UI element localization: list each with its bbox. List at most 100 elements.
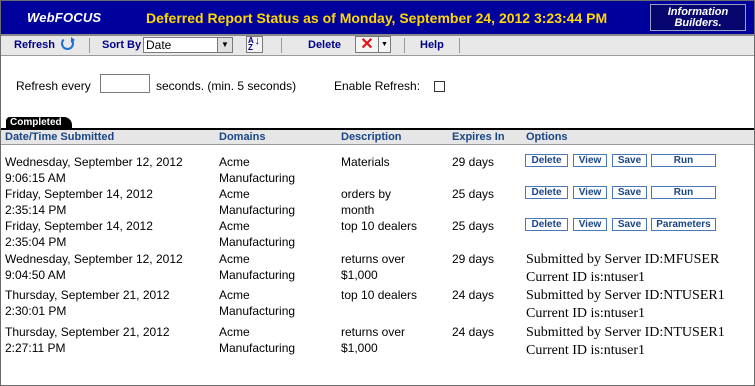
description-text-2: $1,000 [341,268,378,282]
refresh-seconds-label: seconds. (min. 5 seconds) [156,79,297,93]
expires-cell: 29 days [452,155,495,169]
table-row: Wednesday, September 12, 2012 9:04:50 AM… [1,251,754,287]
delete-button[interactable]: Delete [525,186,568,199]
delete-button[interactable]: Delete [525,154,568,167]
submitted-by-server-id: Submitted by Server ID:NTUSER1 [526,288,725,303]
domain-name: Acme [219,325,250,339]
submission-info: Submitted by Server ID:NTUSER1 Current I… [526,287,725,323]
domain-subname: Manufacturing [219,203,296,217]
date-time-cell: Friday, September 14, 2012 2:35:04 PM [5,218,215,250]
domain-name: Acme [219,155,250,169]
toolbar-separator [89,38,90,53]
logo-line-2: Builders. [674,17,722,29]
description-text: top 10 dealers [341,288,418,302]
delete-dropdown-icon[interactable]: ▼ [379,36,391,53]
description-cell: top 10 dealers [341,218,449,234]
description-text: returns over [341,325,406,339]
date-time-cell: Thursday, September 21, 2012 2:30:01 PM [5,287,215,319]
toolbar-separator [404,38,405,53]
submission-info: Submitted by Server ID:NTUSER1 Current I… [526,324,725,360]
save-button[interactable]: Save [612,186,647,199]
submitted-date: Friday, September 14, 2012 [5,187,153,201]
chevron-down-icon[interactable]: ▼ [217,38,232,52]
title-bar: WebFOCUS Deferred Report Status as of Mo… [1,1,754,36]
domain-subname: Manufacturing [219,268,296,282]
view-button[interactable]: View [573,218,607,231]
domain-subname: Manufacturing [219,171,296,185]
submitted-time: 9:04:50 AM [5,268,66,282]
toolbar-separator [459,38,460,53]
submitted-time: 2:27:11 PM [5,341,66,355]
column-header-date-time-submitted[interactable]: Date/Time Submitted [5,131,114,143]
enable-refresh-checkbox[interactable] [434,81,445,92]
sort-by-select[interactable]: Date ▼ [143,37,233,53]
help-button[interactable]: Help [420,39,444,51]
date-time-cell: Wednesday, September 12, 2012 9:06:15 AM [5,154,215,186]
expires-cell: 25 days [452,219,495,233]
submitted-time: 2:35:14 PM [5,203,67,217]
expires-cell: 24 days [452,288,495,302]
domain-cell: Acme Manufacturing [219,186,339,218]
table-row: Friday, September 14, 2012 2:35:14 PM Ac… [1,186,754,219]
current-id: Current ID is:ntuser1 [526,270,645,285]
delete-label: Delete [308,39,342,51]
description-text: returns over [341,252,406,266]
view-button[interactable]: View [573,154,607,167]
view-button[interactable]: View [573,186,607,199]
domain-cell: Acme Manufacturing [219,287,339,319]
date-time-cell: Thursday, September 21, 2012 2:27:11 PM [5,324,215,356]
information-builders-logo: Information Builders. [650,4,746,31]
description-cell: Materials [341,154,449,170]
description-text-2: $1,000 [341,341,378,355]
domain-name: Acme [219,187,250,201]
run-button[interactable]: Run [651,154,716,167]
sort-order-icon[interactable]: A Z ↓ [246,36,263,53]
sort-by-value: Date [146,38,172,52]
delete-x-icon[interactable]: ✕ [355,36,379,53]
date-time-cell: Friday, September 14, 2012 2:35:14 PM [5,186,215,218]
refresh-every-label: Refresh every [16,79,91,93]
refresh-seconds-input[interactable] [100,74,150,93]
column-header-domains[interactable]: Domains [219,131,265,143]
description-text: orders by [341,187,392,201]
submission-info: Submitted by Server ID:MFUSER Current ID… [526,251,719,287]
domain-cell: Acme Manufacturing [219,324,339,356]
submitted-by-server-id: Submitted by Server ID:NTUSER1 [526,325,725,340]
enable-refresh-label: Enable Refresh: [334,79,421,93]
description-cell: orders by month [341,186,449,218]
refresh-icon[interactable] [61,37,75,50]
date-time-cell: Wednesday, September 12, 2012 9:04:50 AM [5,251,215,283]
column-header-expires-in[interactable]: Expires In [452,131,505,143]
save-button[interactable]: Save [612,218,647,231]
webfocus-brand: WebFOCUS [27,10,102,25]
description-cell: returns over $1,000 [341,251,449,283]
domain-subname: Manufacturing [219,341,296,355]
refresh-button[interactable]: Refresh [14,39,55,51]
column-header-description[interactable]: Description [341,131,402,143]
page-title: Deferred Report Status as of Monday, Sep… [146,10,608,26]
submitted-date: Wednesday, September 12, 2012 [5,252,183,266]
column-header-options: Options [526,131,568,143]
parameters-button[interactable]: Parameters [651,218,716,231]
current-id: Current ID is:ntuser1 [526,343,645,358]
submitted-time: 9:06:15 AM [5,171,66,185]
domain-name: Acme [219,288,250,302]
domain-cell: Acme Manufacturing [219,218,339,250]
submitted-time: 2:30:01 PM [5,304,67,318]
submitted-date: Friday, September 14, 2012 [5,219,153,233]
save-button[interactable]: Save [612,154,647,167]
deferred-report-status-window: WebFOCUS Deferred Report Status as of Mo… [0,0,755,386]
submitted-time: 2:35:04 PM [5,235,67,249]
table-row: Wednesday, September 12, 2012 9:06:15 AM… [1,154,754,187]
table-header: Date/Time Submitted Domains Description … [1,130,754,145]
submitted-date: Thursday, September 21, 2012 [5,325,170,339]
submitted-date: Thursday, September 21, 2012 [5,288,170,302]
domain-cell: Acme Manufacturing [219,154,339,186]
description-text-2: month [341,203,375,217]
toolbar-separator [281,38,282,53]
run-button[interactable]: Run [651,186,716,199]
table-row: Thursday, September 21, 2012 2:27:11 PM … [1,324,754,360]
table-row: Friday, September 14, 2012 2:35:04 PM Ac… [1,218,754,251]
delete-button[interactable]: Delete [525,218,568,231]
sort-by-label: Sort By [102,39,142,51]
